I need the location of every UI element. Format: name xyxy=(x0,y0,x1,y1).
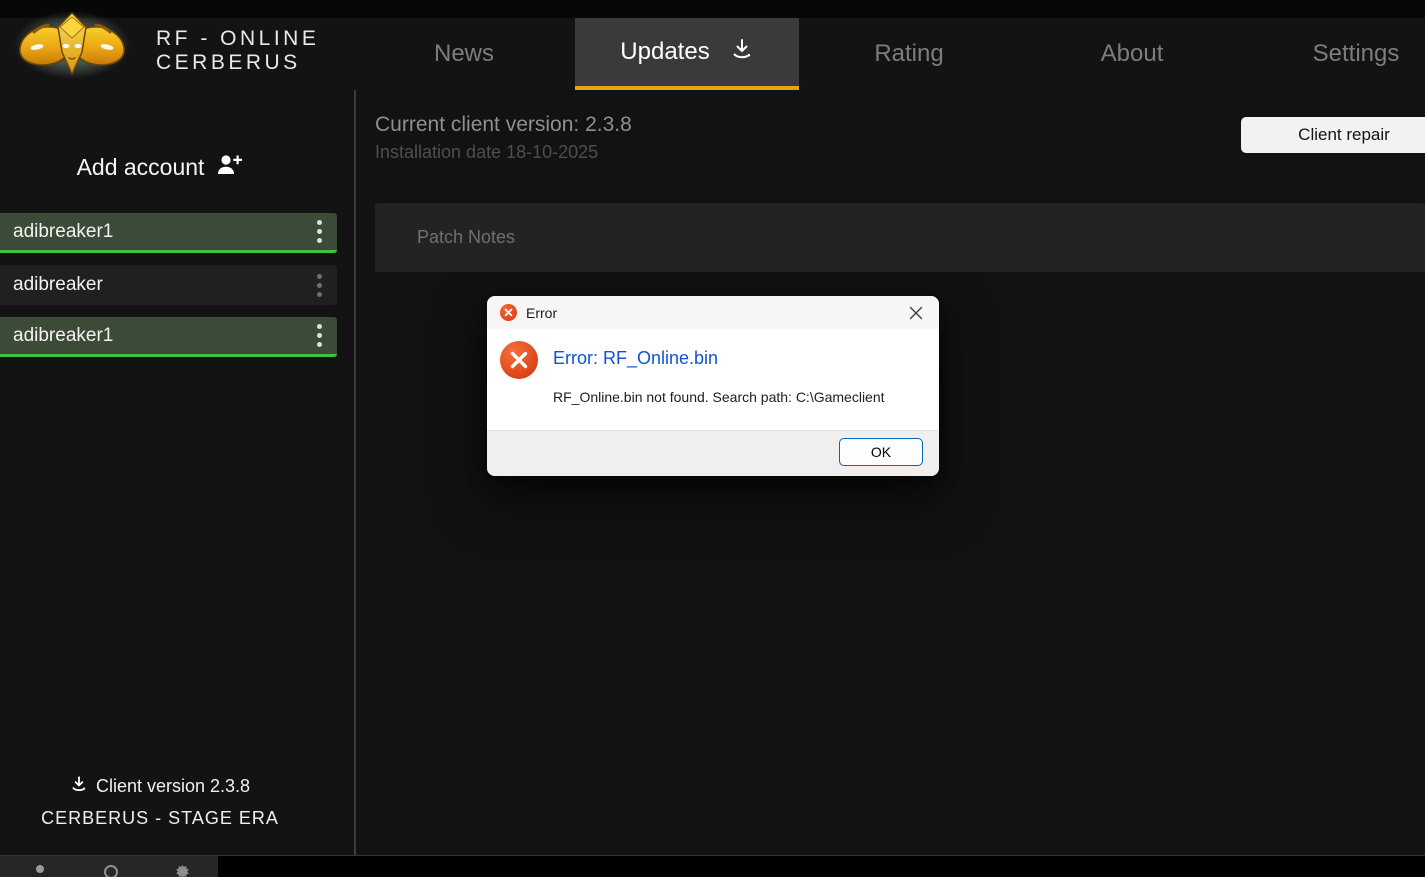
brand-line2: CERBERUS xyxy=(156,51,319,75)
tab-settings[interactable]: Settings xyxy=(1290,18,1422,90)
brand-line1: RF - ONLINE xyxy=(156,27,319,51)
current-client-version: Current client version: 2.3.8 xyxy=(375,113,632,137)
cerberus-logo xyxy=(12,6,132,87)
tab-label: Settings xyxy=(1313,40,1400,68)
tab-label: News xyxy=(434,40,494,68)
person-icon[interactable] xyxy=(34,865,46,877)
tab-label: About xyxy=(1101,40,1164,68)
person-add-icon xyxy=(216,152,243,183)
bottom-strip xyxy=(0,856,1425,877)
header: RF - ONLINE CERBERUS News Updates Rating… xyxy=(0,0,1425,90)
tab-about[interactable]: About xyxy=(1067,18,1197,90)
sidebar: Add account adibreaker1 adibreaker adibr… xyxy=(0,90,356,855)
gear-icon[interactable] xyxy=(176,865,189,877)
account-row[interactable]: adibreaker1 xyxy=(0,213,337,253)
patch-notes-panel[interactable]: Patch Notes xyxy=(375,203,1425,272)
download-icon xyxy=(70,775,88,798)
account-name: adibreaker xyxy=(0,274,307,296)
dialog-body: Error: RF_Online.bin RF_Online.bin not f… xyxy=(487,329,939,430)
add-account-label: Add account xyxy=(77,154,205,181)
globe-icon[interactable] xyxy=(104,865,118,877)
kebab-menu-icon[interactable] xyxy=(307,321,331,351)
add-account-button[interactable]: Add account xyxy=(0,152,320,183)
dialog-titlebar: Error xyxy=(487,296,939,329)
client-version-line: Client version 2.3.8 xyxy=(0,775,320,798)
account-row[interactable]: adibreaker1 xyxy=(0,317,337,357)
client-repair-button[interactable]: Client repair xyxy=(1241,117,1425,153)
patch-notes-label: Patch Notes xyxy=(417,227,515,248)
kebab-menu-icon[interactable] xyxy=(307,270,331,300)
server-label: CERBERUS - STAGE ERA xyxy=(0,808,320,829)
error-dialog: Error Error: RF_Online.bin RF_Online.bin… xyxy=(487,296,939,476)
account-name: adibreaker1 xyxy=(0,221,307,243)
tab-rating[interactable]: Rating xyxy=(844,18,974,90)
dialog-title: Error xyxy=(526,305,893,321)
account-row[interactable]: adibreaker xyxy=(0,265,337,305)
bottom-status-panel xyxy=(0,856,218,877)
launcher-window: RF - ONLINE CERBERUS News Updates Rating… xyxy=(0,0,1425,877)
dialog-message: RF_Online.bin not found. Search path: C:… xyxy=(553,389,885,405)
tab-label: Rating xyxy=(874,40,943,68)
installation-date: Installation date 18-10-2025 xyxy=(375,142,598,163)
kebab-menu-icon[interactable] xyxy=(307,217,331,247)
close-icon[interactable] xyxy=(893,296,939,329)
brand-title: RF - ONLINE CERBERUS xyxy=(156,27,319,75)
tab-news[interactable]: News xyxy=(399,18,529,90)
account-name: adibreaker1 xyxy=(0,325,307,347)
dialog-footer: OK xyxy=(487,430,939,476)
dialog-heading: Error: RF_Online.bin xyxy=(553,348,718,369)
tab-updates[interactable]: Updates xyxy=(575,18,799,90)
ok-button[interactable]: OK xyxy=(839,438,923,466)
tab-label: Updates xyxy=(620,38,709,66)
download-icon xyxy=(730,37,754,68)
client-version-label: Client version 2.3.8 xyxy=(96,776,250,797)
error-badge-icon xyxy=(500,304,517,321)
error-circle-icon xyxy=(500,341,538,379)
